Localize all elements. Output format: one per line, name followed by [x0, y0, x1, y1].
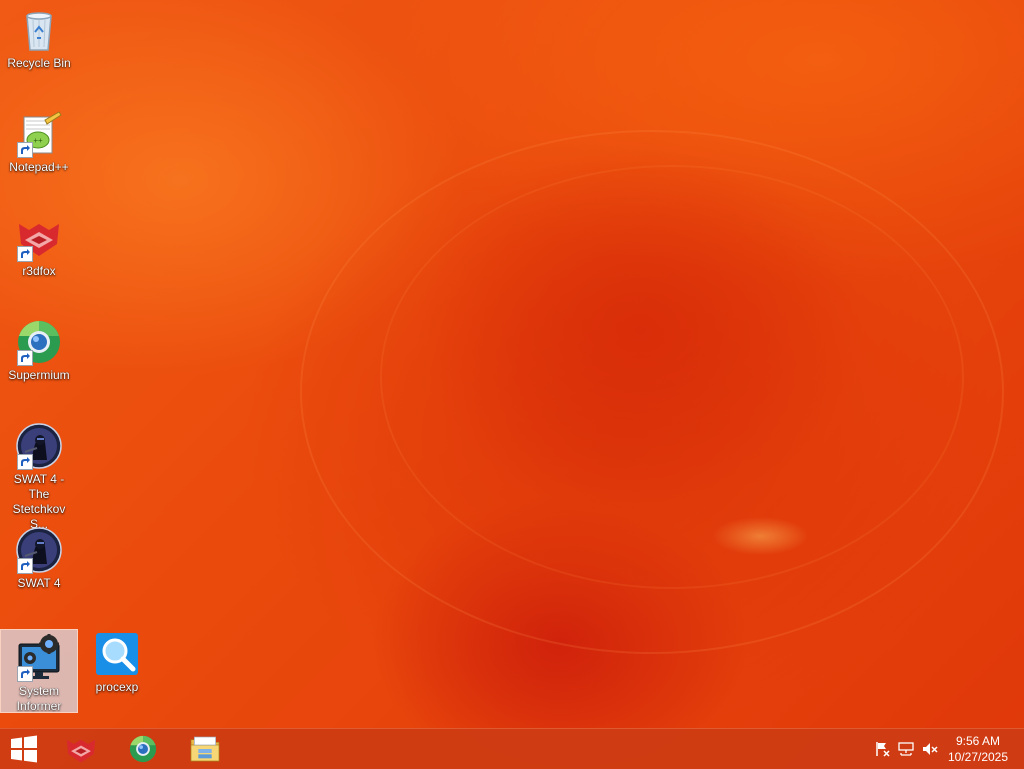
desktop-icon-supermium[interactable]: Supermium	[1, 314, 77, 383]
swat4-icon	[15, 422, 63, 470]
desktop-icon-label: SWAT 4	[17, 576, 61, 590]
shortcut-arrow-icon	[17, 350, 33, 366]
taskbar-file-explorer-button[interactable]	[177, 729, 233, 769]
desktop-icon-system-informer[interactable]: System Informer	[0, 629, 78, 713]
taskbar-clock[interactable]: 9:56 AM 10/27/2025	[936, 733, 1020, 765]
shortcut-arrow-icon	[17, 142, 33, 158]
shortcut-arrow-icon	[17, 558, 33, 574]
windows-logo-icon	[10, 735, 38, 763]
notepad-plus-plus-icon: ++	[15, 110, 63, 158]
clock-date: 10/27/2025	[947, 750, 1009, 764]
recycle-bin-icon	[15, 6, 63, 54]
svg-text:++: ++	[33, 136, 43, 145]
desktop-icon-label: Recycle Bin	[7, 56, 71, 70]
desktop-icon-swat4-stetchkov[interactable]: SWAT 4 - The Stetchkov S...	[1, 418, 77, 532]
start-button[interactable]	[0, 729, 48, 769]
desktop-icon-r3dfox[interactable]: r3dfox	[1, 210, 77, 279]
taskbar: 9:56 AM 10/27/2025	[0, 728, 1024, 769]
clock-time: 9:56 AM	[955, 734, 1001, 748]
supermium-icon	[15, 318, 63, 366]
desktop-icon-recycle-bin[interactable]: Recycle Bin	[1, 2, 77, 71]
shortcut-arrow-icon	[17, 246, 33, 262]
desktop-icon-label: Supermium	[8, 368, 70, 382]
swat4-icon	[15, 526, 63, 574]
r3dfox-icon	[64, 734, 98, 764]
taskbar-r3dfox-button[interactable]	[53, 729, 109, 769]
shortcut-arrow-icon	[17, 666, 33, 682]
taskbar-supermium-button[interactable]	[115, 729, 171, 769]
desktop-icon-label: Notepad++	[9, 160, 69, 174]
desktop-icon-label: r3dfox	[22, 264, 56, 278]
file-explorer-icon	[189, 734, 221, 764]
desktop-icon-procexp[interactable]: procexp	[79, 626, 155, 695]
action-center-flag-icon[interactable]	[874, 741, 890, 757]
network-icon[interactable]	[898, 741, 914, 757]
shortcut-arrow-icon	[17, 454, 33, 470]
desktop-icon-label: procexp	[95, 680, 139, 694]
desktop-icon-swat4[interactable]: SWAT 4	[1, 522, 77, 591]
desktop-icon-label: System Informer	[16, 684, 62, 713]
desktop-icon-notepad-plus-plus[interactable]: ++ Notepad++	[1, 106, 77, 175]
supermium-icon	[128, 734, 158, 764]
system-informer-icon	[15, 634, 63, 682]
r3dfox-icon	[15, 214, 63, 262]
procexp-icon	[93, 630, 141, 678]
